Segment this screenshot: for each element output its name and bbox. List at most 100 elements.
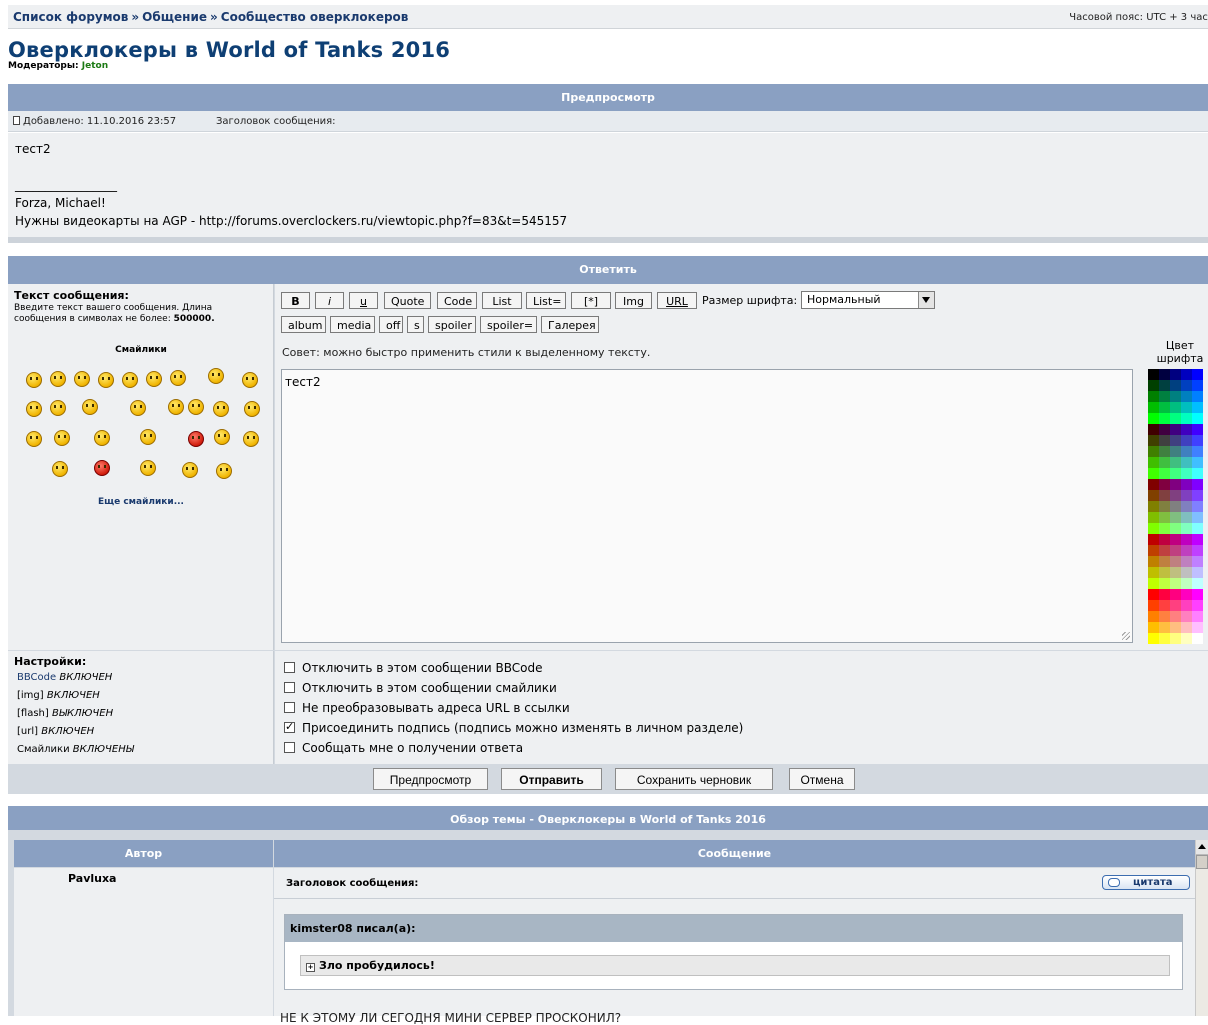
submit-button[interactable]: Отправить (501, 768, 602, 790)
review-scrollbar[interactable] (1195, 840, 1208, 1016)
color-swatch[interactable] (1192, 501, 1203, 512)
color-swatch[interactable] (1148, 490, 1159, 501)
smiley-icon[interactable] (98, 372, 114, 388)
off-button[interactable]: off (379, 316, 403, 333)
color-swatch[interactable] (1192, 512, 1203, 523)
color-swatch[interactable] (1159, 501, 1170, 512)
color-swatch[interactable] (1192, 380, 1203, 391)
smiley-icon[interactable] (243, 431, 259, 447)
bold-button[interactable]: B (281, 292, 310, 309)
smiley-icon[interactable] (213, 401, 229, 417)
color-swatch[interactable] (1170, 479, 1181, 490)
color-swatch[interactable] (1181, 633, 1192, 644)
color-swatch[interactable] (1181, 369, 1192, 380)
italic-button[interactable]: i (315, 292, 344, 309)
color-swatch[interactable] (1192, 578, 1203, 589)
disable-smilies-label[interactable]: Отключить в этом сообщении смайлики (302, 681, 557, 695)
color-swatch[interactable] (1159, 402, 1170, 413)
color-swatch[interactable] (1192, 446, 1203, 457)
smiley-icon[interactable] (26, 401, 42, 417)
color-swatch[interactable] (1170, 501, 1181, 512)
smiley-icon[interactable] (208, 368, 224, 384)
color-swatch[interactable] (1192, 611, 1203, 622)
image-button[interactable]: Img (615, 292, 652, 309)
color-swatch[interactable] (1159, 369, 1170, 380)
smiley-icon[interactable] (214, 429, 230, 445)
color-swatch[interactable] (1181, 446, 1192, 457)
smiley-icon[interactable] (216, 463, 232, 479)
smiley-icon[interactable] (168, 399, 184, 415)
color-swatch[interactable] (1159, 622, 1170, 633)
color-swatch[interactable] (1181, 435, 1192, 446)
color-swatch[interactable] (1148, 380, 1159, 391)
color-swatch[interactable] (1148, 578, 1159, 589)
color-swatch[interactable] (1192, 490, 1203, 501)
smiley-icon[interactable] (50, 400, 66, 416)
color-swatch[interactable] (1170, 622, 1181, 633)
scroll-thumb[interactable] (1196, 855, 1208, 869)
smiley-icon[interactable] (188, 399, 204, 415)
color-swatch[interactable] (1181, 556, 1192, 567)
color-swatch[interactable] (1148, 479, 1159, 490)
disable-smilies-checkbox[interactable] (284, 682, 295, 693)
color-swatch[interactable] (1159, 611, 1170, 622)
color-swatch[interactable] (1181, 567, 1192, 578)
color-swatch[interactable] (1170, 369, 1181, 380)
color-swatch[interactable] (1159, 468, 1170, 479)
color-swatch[interactable] (1148, 391, 1159, 402)
font-size-select[interactable]: Нормальный (801, 291, 935, 309)
disable-magic-url-checkbox[interactable] (284, 702, 295, 713)
color-swatch[interactable] (1170, 611, 1181, 622)
smiley-icon[interactable] (26, 431, 42, 447)
color-swatch[interactable] (1192, 402, 1203, 413)
color-swatch[interactable] (1159, 523, 1170, 534)
disable-magic-url-label[interactable]: Не преобразовывать адреса URL в ссылки (302, 701, 570, 715)
post-author-name[interactable]: Pavluxa (68, 872, 116, 885)
strike-button[interactable]: s (407, 316, 424, 333)
color-swatch[interactable] (1148, 413, 1159, 424)
color-swatch[interactable] (1170, 567, 1181, 578)
color-swatch[interactable] (1159, 633, 1170, 644)
color-swatch[interactable] (1159, 380, 1170, 391)
color-swatch[interactable] (1192, 567, 1203, 578)
smiley-icon[interactable] (94, 430, 110, 446)
breadcrumb-general[interactable]: Общение (142, 10, 207, 24)
color-swatch[interactable] (1148, 402, 1159, 413)
color-swatch[interactable] (1181, 457, 1192, 468)
color-swatch[interactable] (1192, 622, 1203, 633)
color-swatch[interactable] (1148, 622, 1159, 633)
color-swatch[interactable] (1181, 380, 1192, 391)
page-title[interactable]: Оверклокеры в World of Tanks 2016 (8, 38, 450, 62)
color-swatch[interactable] (1192, 391, 1203, 402)
color-swatch[interactable] (1192, 556, 1203, 567)
color-swatch[interactable] (1181, 424, 1192, 435)
color-swatch[interactable] (1159, 578, 1170, 589)
smiley-icon[interactable] (182, 462, 198, 478)
color-swatch[interactable] (1170, 457, 1181, 468)
smiley-icon[interactable] (122, 372, 138, 388)
color-swatch[interactable] (1148, 567, 1159, 578)
attach-signature-checkbox[interactable] (284, 720, 295, 733)
color-swatch[interactable] (1192, 589, 1203, 600)
color-swatch[interactable] (1181, 490, 1192, 501)
color-swatch[interactable] (1159, 589, 1170, 600)
smiley-icon[interactable] (82, 399, 98, 415)
color-swatch[interactable] (1170, 523, 1181, 534)
color-swatch[interactable] (1181, 413, 1192, 424)
color-swatch[interactable] (1148, 545, 1159, 556)
color-swatch[interactable] (1170, 556, 1181, 567)
quote-button[interactable]: Quote (384, 292, 431, 309)
smiley-icon[interactable] (244, 401, 260, 417)
color-swatch[interactable] (1170, 534, 1181, 545)
smiley-icon[interactable] (140, 429, 156, 445)
color-swatch[interactable] (1148, 468, 1159, 479)
color-swatch[interactable] (1192, 424, 1203, 435)
color-swatch[interactable] (1181, 468, 1192, 479)
list-item-button[interactable]: [*] (571, 292, 611, 309)
notify-reply-label[interactable]: Сообщать мне о получении ответа (302, 741, 523, 755)
color-swatch[interactable] (1181, 501, 1192, 512)
color-swatch[interactable] (1148, 523, 1159, 534)
color-swatch[interactable] (1159, 479, 1170, 490)
list-numbered-button[interactable]: List= (526, 292, 566, 309)
color-swatch[interactable] (1192, 435, 1203, 446)
